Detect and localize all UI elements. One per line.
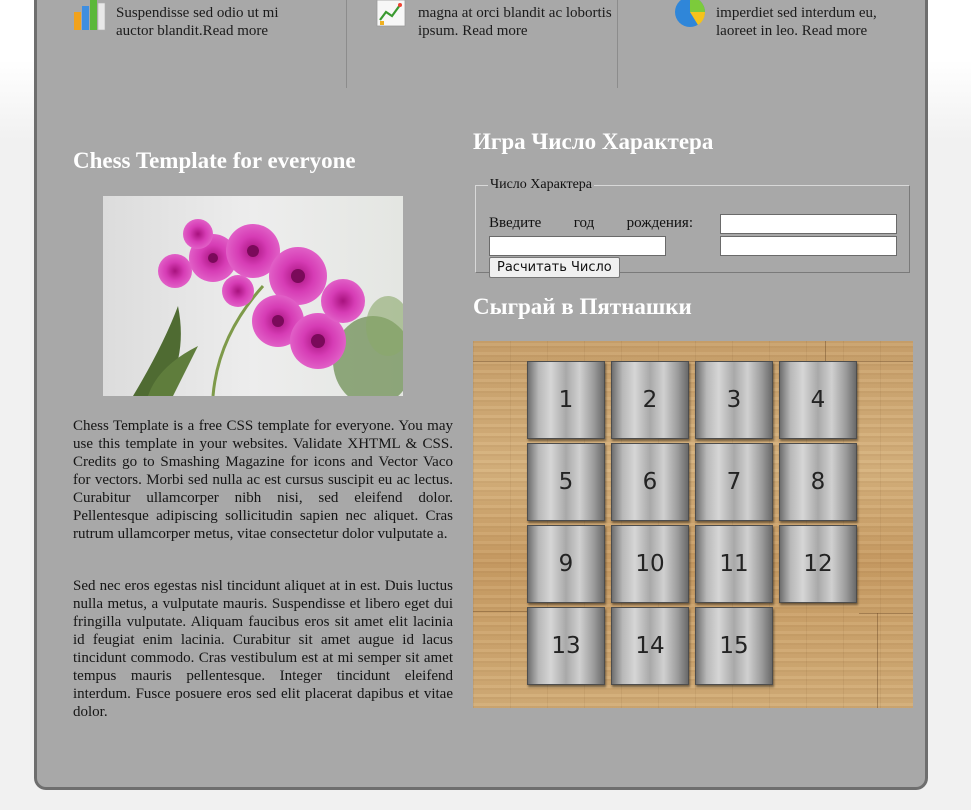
puzzle-tile[interactable]: 13 — [527, 607, 605, 685]
puzzle-tile[interactable]: 5 — [527, 443, 605, 521]
divider — [346, 0, 347, 88]
puzzle-tile[interactable]: 8 — [779, 443, 857, 521]
feature-2: magna at orci blandit ac lobortis ipsum.… — [374, 0, 614, 90]
puzzle-tile[interactable]: 1 — [527, 361, 605, 439]
wood-seam — [877, 613, 878, 708]
fifteen-puzzle-board: 1 2 3 4 5 6 7 8 9 10 11 12 13 14 15 — [473, 341, 913, 708]
intro-paragraph: Chess Template is a free CSS template fo… — [73, 418, 453, 542]
read-more-link[interactable]: Read more — [802, 23, 867, 39]
character-number-form: Число Характера Введите год рождения: Ра… — [475, 177, 910, 278]
puzzle-tile[interactable]: 3 — [695, 361, 773, 439]
left-section-title: Chess Template for everyone — [73, 148, 356, 173]
wood-seam — [825, 341, 826, 361]
calculate-button[interactable]: Расчитать Число — [489, 257, 620, 278]
puzzle-tile[interactable]: 10 — [611, 525, 689, 603]
result-field-1[interactable] — [720, 214, 897, 234]
report-chart-icon — [374, 0, 410, 32]
form-legend: Число Характера — [490, 177, 592, 192]
puzzle-tile[interactable]: 11 — [695, 525, 773, 603]
puzzle-tile[interactable]: 15 — [695, 607, 773, 685]
orchid-photo — [103, 196, 403, 396]
bar-chart-icon — [72, 0, 108, 32]
result-field-2[interactable] — [720, 236, 897, 256]
puzzle-tile[interactable]: 14 — [611, 607, 689, 685]
puzzle-tile[interactable]: 2 — [611, 361, 689, 439]
puzzle-tile[interactable]: 12 — [779, 525, 857, 603]
birth-year-input[interactable] — [489, 236, 666, 256]
puzzle-tile[interactable]: 4 — [779, 361, 857, 439]
wood-seam — [859, 613, 913, 614]
puzzle-tile[interactable]: 7 — [695, 443, 773, 521]
feature-text: magna at orci blandit ac lobortis ipsum.… — [418, 4, 618, 40]
wood-seam — [473, 611, 527, 612]
character-number-title: Игра Число Характера — [473, 129, 714, 154]
divider — [617, 0, 618, 88]
read-more-link[interactable]: Read more — [462, 23, 527, 39]
puzzle-tile[interactable]: 9 — [527, 525, 605, 603]
feature-text: imperdiet sed interdum eu, laoreet in le… — [716, 4, 916, 40]
puzzle-tile[interactable]: 6 — [611, 443, 689, 521]
feature-text: Suspendisse sed odio ut mi auctor blandi… — [116, 4, 316, 40]
feature-1: Suspendisse sed odio ut mi auctor blandi… — [72, 0, 332, 90]
puzzle-title: Сыграй в Пятнашки — [473, 294, 692, 319]
feature-3: imperdiet sed interdum eu, laoreet in le… — [672, 0, 922, 90]
body-paragraph: Sed nec eros egestas nisl tincidunt aliq… — [73, 578, 453, 720]
birth-year-label: Введите год рождения: — [489, 215, 693, 231]
read-more-link[interactable]: Read more — [203, 23, 268, 39]
pie-chart-icon — [672, 0, 708, 32]
